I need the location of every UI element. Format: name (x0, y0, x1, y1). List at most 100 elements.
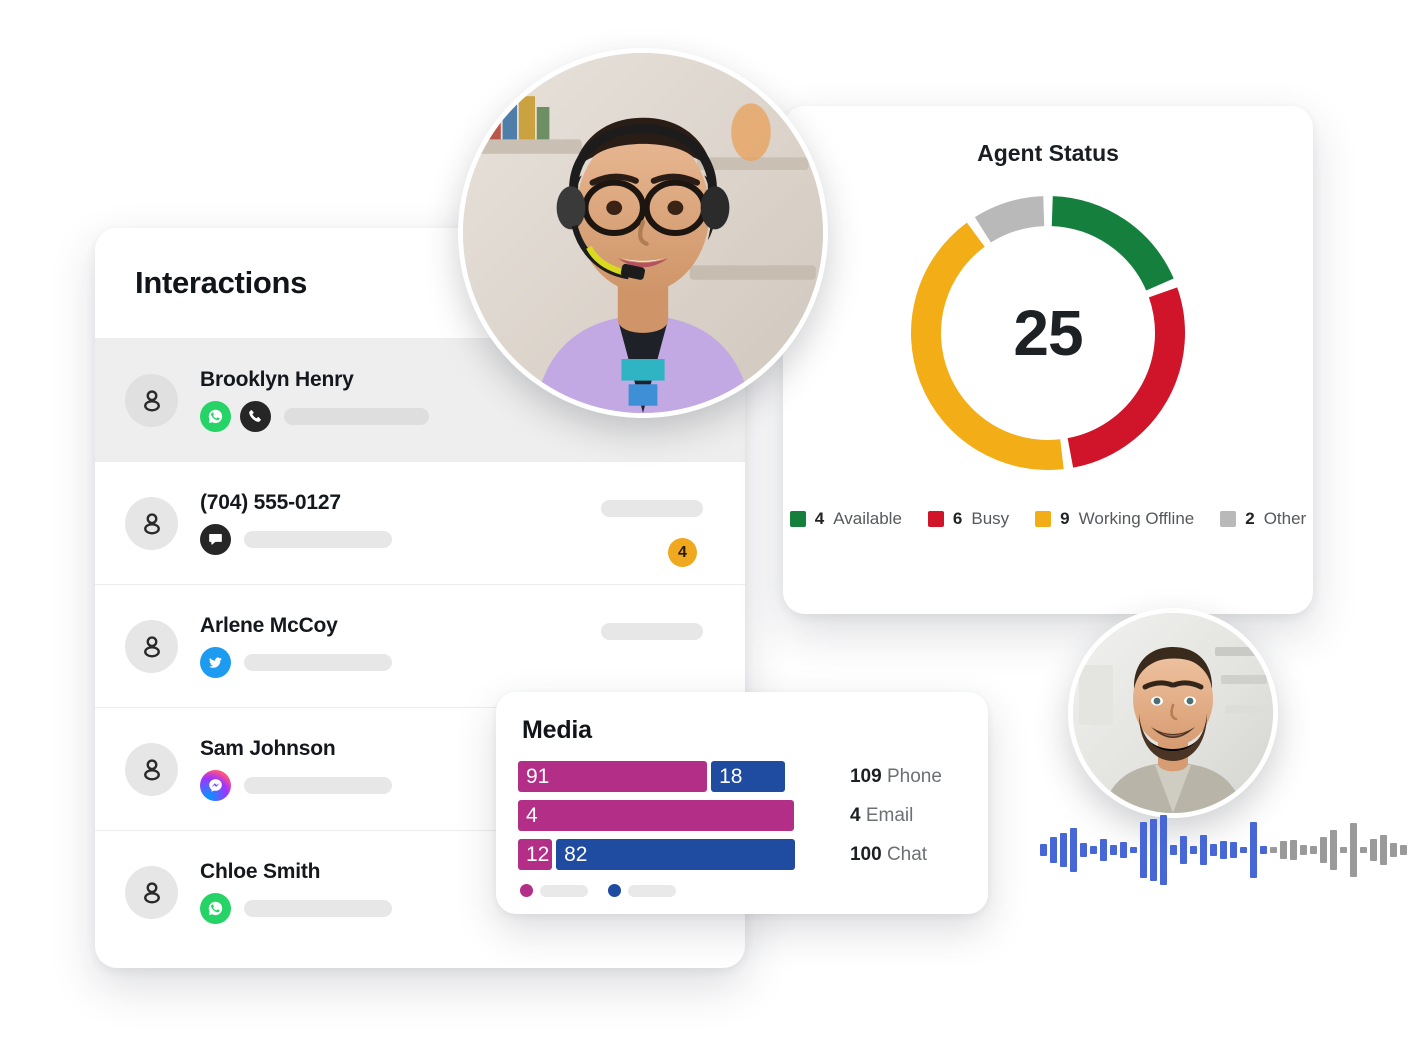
interaction-channels (200, 647, 392, 678)
legend-swatch-icon (1220, 511, 1237, 527)
legend-value: 4 (814, 509, 825, 528)
media-legend (520, 884, 988, 897)
media-bar-segment: 18 (711, 761, 786, 792)
waveform-bar (1390, 843, 1397, 857)
avatar (125, 619, 178, 673)
media-bar-segment: 4 (518, 800, 794, 831)
waveform-bar (1050, 837, 1057, 863)
waveform-bar (1040, 844, 1047, 856)
media-bar-category: Chat (886, 843, 928, 865)
agent-status-legend: 4 Available 6 Busy 9 Working Offline 2 Other (783, 509, 1313, 529)
interaction-contact-name: Arlene McCoy (200, 614, 338, 637)
interaction-contact-name: Brooklyn Henry (200, 368, 354, 391)
avatar (125, 865, 178, 919)
media-bar-chart: 91 18 109 Phone 4 4 Email 12 82 100 Chat (518, 761, 988, 870)
interaction-preview-placeholder (244, 531, 392, 548)
status-badge: 4 (668, 538, 697, 567)
interaction-contact-name: Sam Johnson (200, 737, 336, 760)
legend-label: Other (1263, 509, 1307, 528)
media-legend-label-placeholder (628, 884, 676, 897)
waveform-bar (1270, 847, 1277, 853)
waveform-bar (1310, 846, 1317, 854)
waveform-bar (1180, 836, 1187, 864)
waveform-bar (1280, 841, 1287, 859)
media-bar-label: 4 Email (850, 805, 913, 827)
waveform-bar (1070, 828, 1077, 872)
interaction-row[interactable]: (704) 555-0127 4 (95, 461, 745, 584)
media-bar-category: Phone (886, 765, 942, 787)
waveform-bar (1300, 845, 1307, 855)
waveform-bar (1090, 846, 1097, 854)
waveform-bar (1200, 835, 1207, 865)
agent-status-title: Agent Status (977, 140, 1119, 166)
waveform-bar (1110, 845, 1117, 855)
media-bar-category: Email (865, 804, 914, 826)
waveform-bar (1340, 847, 1347, 853)
interaction-channels (200, 524, 392, 555)
legend-item[interactable]: 4 Available (789, 509, 902, 529)
legend-swatch-icon (927, 511, 944, 527)
interaction-preview-placeholder (244, 900, 392, 917)
legend-item[interactable]: 2 Other (1220, 509, 1306, 529)
interaction-row-body: Arlene McCoy (200, 614, 392, 678)
audio-waveform[interactable] (1040, 815, 1407, 885)
avatar (125, 496, 178, 550)
legend-label: Available (833, 509, 902, 528)
phone-icon[interactable] (240, 401, 271, 432)
waveform-bar (1220, 841, 1227, 859)
waveform-bar (1350, 823, 1357, 877)
media-bar-total: 109 (849, 765, 882, 787)
media-legend-item[interactable] (608, 884, 676, 897)
waveform-bar (1260, 846, 1267, 854)
agent-status-donut-chart: 25 (898, 183, 1198, 483)
media-bar-segment: 12 (518, 839, 553, 870)
legend-item[interactable]: 6 Busy (927, 509, 1009, 529)
donut-center-total: 25 (1013, 297, 1083, 369)
media-bar-row[interactable]: 44 Email (518, 800, 988, 831)
supervisor-photo-illustration (1073, 613, 1273, 813)
media-bar-row[interactable]: 12 82 100 Chat (518, 839, 988, 870)
legend-swatch-icon (1035, 511, 1052, 527)
media-bar-segment: 91 (518, 761, 708, 792)
waveform-bar (1240, 847, 1247, 853)
interaction-timestamp-placeholder (601, 500, 703, 517)
media-bar-label: 109 Phone (850, 766, 942, 788)
media-bar-total: 4 (849, 804, 861, 826)
legend-item[interactable]: 9 Working Offline (1035, 509, 1194, 529)
messenger-icon[interactable] (200, 770, 231, 801)
interaction-channels (200, 893, 392, 924)
twitter-icon[interactable] (200, 647, 231, 678)
page-title: Interactions (135, 265, 308, 300)
waveform-bar (1130, 847, 1137, 853)
dashboard-stage: Interactions Brooklyn Henry (704) 555-012… (0, 0, 1410, 1057)
waveform-bar (1210, 844, 1217, 856)
waveform-bar (1400, 845, 1407, 855)
media-card: Media 91 18 109 Phone 4 4 Email 12 82 100 Chat (496, 692, 988, 914)
waveform-bar (1120, 842, 1127, 858)
interaction-preview-placeholder (244, 654, 392, 671)
whatsapp-icon[interactable] (200, 893, 231, 924)
interaction-preview-placeholder (284, 408, 429, 425)
media-title: Media (522, 716, 592, 744)
interaction-row-body: Brooklyn Henry (200, 368, 429, 432)
legend-label: Working Offline (1078, 509, 1195, 528)
waveform-bar (1230, 842, 1237, 858)
agent-status-card: Agent Status 25 4 Available 6 Busy 9 Working … (783, 106, 1313, 614)
waveform-bar (1250, 822, 1257, 878)
legend-swatch-icon (789, 511, 806, 527)
media-legend-dot-icon (520, 884, 533, 897)
waveform-bar (1380, 835, 1387, 865)
waveform-bar (1190, 846, 1197, 854)
waveform-bar (1170, 845, 1177, 855)
whatsapp-icon[interactable] (200, 401, 231, 432)
waveform-bar (1320, 837, 1327, 863)
waveform-bar (1370, 839, 1377, 861)
interaction-row-body: Sam Johnson (200, 737, 392, 801)
sms-icon[interactable] (200, 524, 231, 555)
interaction-row[interactable]: Arlene McCoy (95, 584, 745, 707)
waveform-bar (1360, 847, 1367, 853)
interaction-contact-name: Chloe Smith (200, 860, 321, 883)
media-bar-row[interactable]: 91 18 109 Phone (518, 761, 988, 792)
media-legend-item[interactable] (520, 884, 588, 897)
waveform-bar (1060, 833, 1067, 867)
